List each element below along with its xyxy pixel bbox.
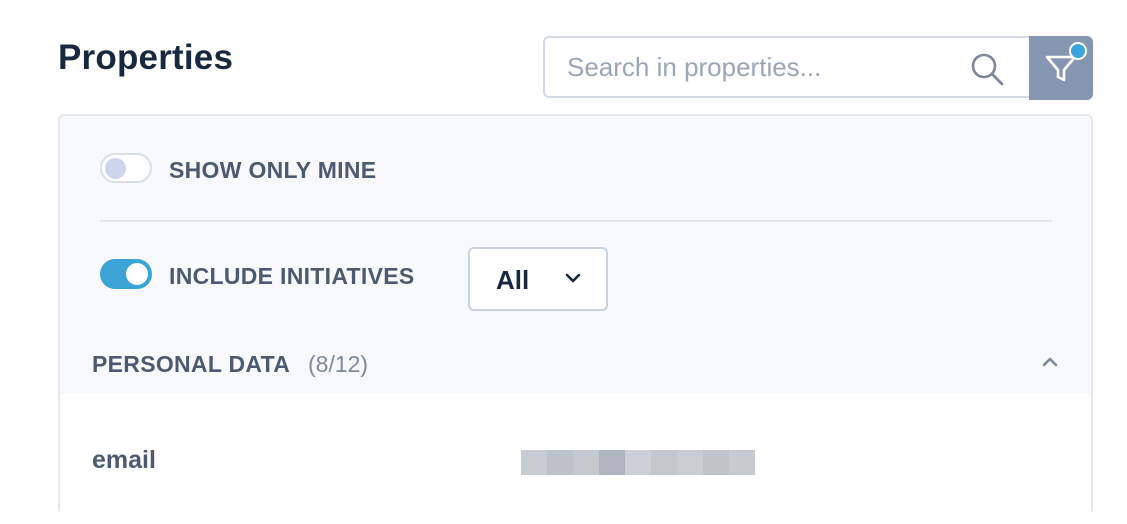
search-icon[interactable] [969,51,1005,87]
property-value-redacted [521,450,755,475]
include-initiatives-label: INCLUDE INITIATIVES [169,263,415,289]
initiatives-select[interactable]: All [468,247,608,311]
chevron-up-icon[interactable] [1041,355,1059,369]
search-input[interactable] [567,38,957,96]
property-name: email [92,446,156,474]
show-only-mine-toggle[interactable] [100,153,152,183]
divider [100,220,1052,222]
show-only-mine-label: SHOW ONLY MINE [169,157,377,183]
toggle-knob [105,158,126,179]
initiatives-select-value: All [496,265,530,295]
property-rows: email [60,394,1091,524]
section-header-personal-data[interactable]: PERSONAL DATA (8/12) [60,334,1091,394]
page-title: Properties [58,38,234,77]
section-title: PERSONAL DATA [92,351,291,377]
section-count: (8/12) [308,351,369,377]
search-box[interactable] [543,36,1031,98]
filter-button[interactable] [1029,36,1093,100]
toggle-knob [126,263,148,285]
filter-active-indicator [1069,42,1087,60]
filters-panel: SHOW ONLY MINE INCLUDE INITIATIVES All P… [58,114,1093,524]
chevron-down-icon [565,273,581,283]
include-initiatives-toggle[interactable] [100,259,152,289]
